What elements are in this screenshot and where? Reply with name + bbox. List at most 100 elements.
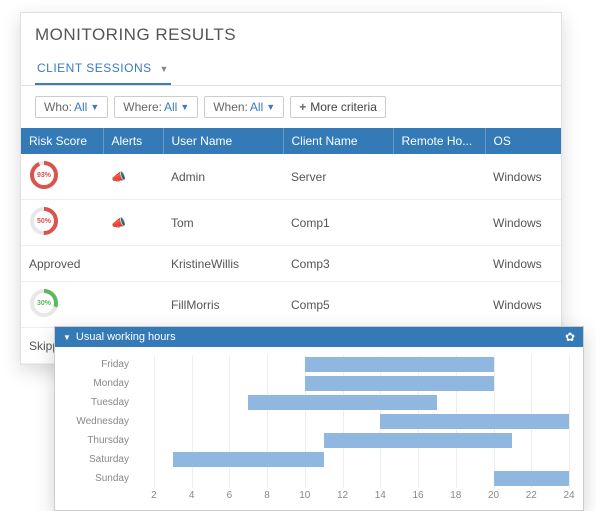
cell-alert (103, 282, 163, 328)
chart-category-label: Wednesday (61, 412, 135, 431)
chart-row: Thursday (61, 431, 569, 450)
axis-tick: 6 (227, 490, 233, 501)
axis-tick: 16 (412, 490, 423, 501)
col-alerts[interactable]: Alerts (103, 128, 163, 154)
col-client-name[interactable]: Client Name (283, 128, 393, 154)
chart-category-label: Sunday (61, 469, 135, 488)
filter-label: Who: (44, 100, 72, 114)
filter-where[interactable]: Where: All ▼ (114, 96, 198, 118)
cell-alert (103, 246, 163, 282)
panel2-title: Usual working hours (76, 331, 176, 343)
chart-bar (305, 376, 494, 391)
table-row[interactable]: 50% 📣 TomComp1 Windows (21, 200, 561, 246)
working-hours-panel: ▼ Usual working hours ✿ FridayMondayTues… (54, 326, 584, 511)
filter-value: All (164, 100, 177, 114)
filter-more-criteria[interactable]: + More criteria (290, 96, 386, 118)
axis-tick: 20 (488, 490, 499, 501)
tab-bar: CLIENT SESSIONS ▼ (21, 49, 561, 86)
chart-bar (494, 471, 569, 486)
axis-tick: 8 (264, 490, 270, 501)
chevron-down-icon: ▼ (160, 64, 169, 74)
cell-client: Comp3 (283, 246, 393, 282)
table-row[interactable]: 30% FillMorrisComp5 Windows (21, 282, 561, 328)
cell-risk: 50% (21, 200, 103, 246)
chart-category-label: Friday (61, 355, 135, 374)
cell-client: Comp1 (283, 200, 393, 246)
filter-label: More criteria (310, 100, 377, 114)
page-title: MONITORING RESULTS (35, 25, 547, 45)
monitoring-results-panel: MONITORING RESULTS CLIENT SESSIONS ▼ Who… (20, 12, 562, 365)
chart-bar (305, 357, 494, 372)
panel-header: MONITORING RESULTS (21, 13, 561, 49)
col-user-name[interactable]: User Name (163, 128, 283, 154)
chevron-down-icon: ▼ (180, 102, 189, 112)
cell-user: Admin (163, 154, 283, 200)
axis-tick: 2 (151, 490, 157, 501)
tab-label: CLIENT SESSIONS (37, 61, 152, 75)
chart-bar (324, 433, 513, 448)
chart-category-label: Thursday (61, 431, 135, 450)
chart-category-label: Tuesday (61, 393, 135, 412)
col-os[interactable]: OS (485, 128, 561, 154)
cell-user: Tom (163, 200, 283, 246)
cell-remote (393, 154, 485, 200)
chevron-down-icon[interactable]: ▼ (63, 333, 71, 342)
cell-remote (393, 246, 485, 282)
megaphone-icon: 📣 (111, 170, 126, 184)
cell-os: Windows (485, 246, 561, 282)
chart-row: Friday (61, 355, 569, 374)
axis-tick: 14 (375, 490, 386, 501)
cell-os: Windows (485, 282, 561, 328)
filter-label: When: (213, 100, 248, 114)
chevron-down-icon: ▼ (90, 102, 99, 112)
chart-row: Saturday (61, 450, 569, 469)
table-header-row: Risk Score Alerts User Name Client Name … (21, 128, 561, 154)
chart-bar (248, 395, 437, 410)
chevron-down-icon: ▼ (266, 102, 275, 112)
axis-tick: 12 (337, 490, 348, 501)
chart-bar (173, 452, 324, 467)
chart-row: Tuesday (61, 393, 569, 412)
table-row[interactable]: Approved KristineWillisComp3 Windows (21, 246, 561, 282)
filter-value: All (250, 100, 263, 114)
cell-remote (393, 200, 485, 246)
cell-os: Windows (485, 200, 561, 246)
axis-tick: 4 (189, 490, 195, 501)
tab-client-sessions[interactable]: CLIENT SESSIONS ▼ (35, 55, 171, 85)
axis-tick: 18 (450, 490, 461, 501)
megaphone-icon: 📣 (111, 216, 126, 230)
filter-label: Where: (123, 100, 162, 114)
axis-tick: 22 (526, 490, 537, 501)
cell-risk: Approved (21, 246, 103, 282)
cell-remote (393, 282, 485, 328)
risk-gauge: 50% (29, 206, 59, 236)
chart-row: Wednesday (61, 412, 569, 431)
filter-bar: Who: All ▼ Where: All ▼ When: All ▼ + Mo… (21, 86, 561, 128)
chart-bar (380, 414, 569, 429)
cell-risk: 30% (21, 282, 103, 328)
chart-category-label: Saturday (61, 450, 135, 469)
cell-alert: 📣 (103, 154, 163, 200)
filter-who[interactable]: Who: All ▼ (35, 96, 108, 118)
col-risk-score[interactable]: Risk Score (21, 128, 103, 154)
chart-category-label: Monday (61, 374, 135, 393)
risk-gauge: 30% (29, 288, 59, 318)
plus-icon: + (299, 100, 306, 114)
cell-client: Comp5 (283, 282, 393, 328)
filter-when[interactable]: When: All ▼ (204, 96, 284, 118)
cell-user: KristineWillis (163, 246, 283, 282)
table-row[interactable]: 93%📣AdminServerWindows (21, 154, 561, 200)
working-hours-chart: FridayMondayTuesdayWednesdayThursdaySatu… (55, 347, 583, 510)
cell-alert: 📣 (103, 200, 163, 246)
chart-row: Sunday (61, 469, 569, 488)
col-remote-host[interactable]: Remote Ho... (393, 128, 485, 154)
chart-row: Monday (61, 374, 569, 393)
cell-user: FillMorris (163, 282, 283, 328)
risk-gauge: 93% (29, 160, 59, 190)
axis-tick: 24 (563, 490, 574, 501)
panel2-header: ▼ Usual working hours ✿ (55, 327, 583, 347)
gear-icon[interactable]: ✿ (565, 330, 575, 344)
filter-value: All (74, 100, 87, 114)
axis-tick: 10 (299, 490, 310, 501)
cell-client: Server (283, 154, 393, 200)
